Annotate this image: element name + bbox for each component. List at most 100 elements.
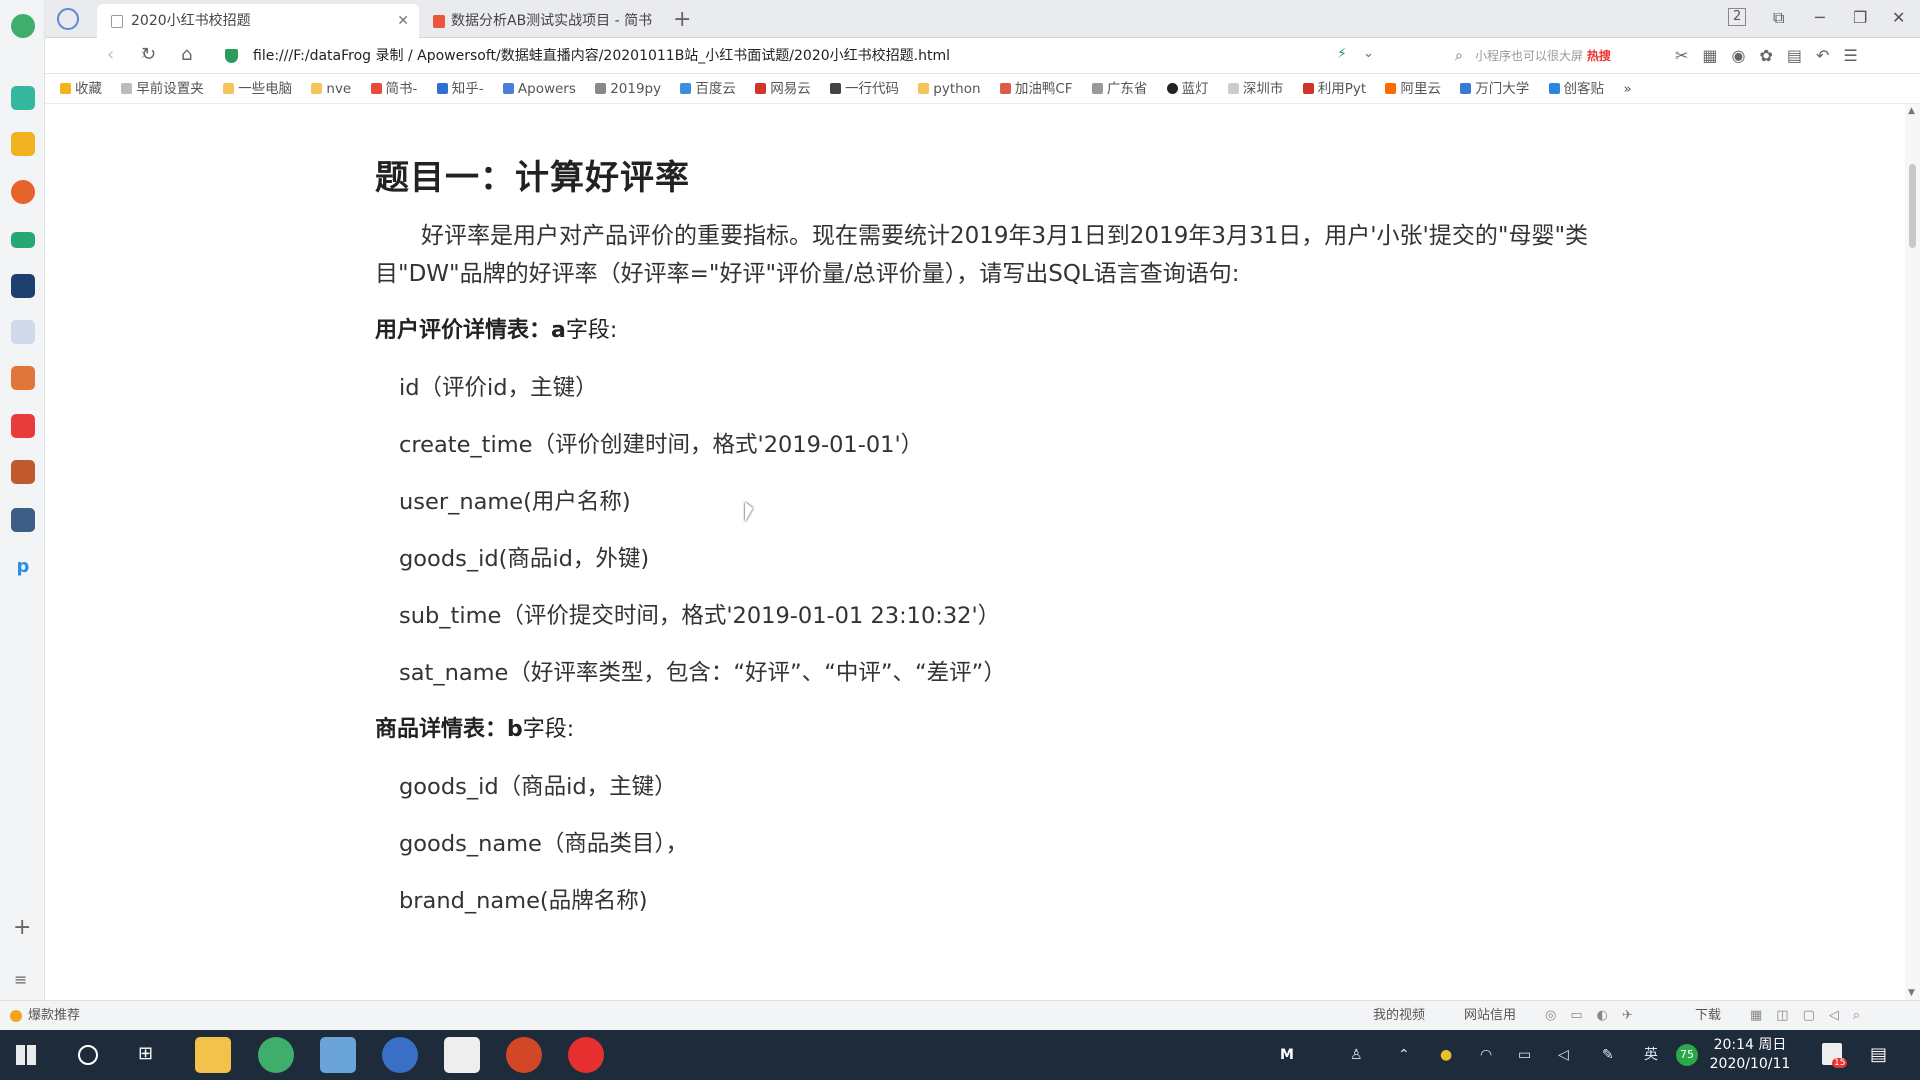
- status-more-icons[interactable]: ▦◫▢◁⌕: [1750, 1001, 1874, 1031]
- sidebar-app-icon-3[interactable]: [11, 366, 35, 390]
- action-center-icon[interactable]: ▤: [1870, 1044, 1887, 1065]
- hot-search-label[interactable]: 热搜: [1587, 49, 1611, 63]
- bookmark-item[interactable]: 利用Pyt: [1302, 74, 1366, 103]
- search-input[interactable]: ⌕ 小程序也可以很大屏 热搜: [1451, 42, 1651, 70]
- system-clock[interactable]: 20:14 周日 2020/10/11: [1705, 1036, 1795, 1074]
- vertical-scrollbar[interactable]: ▲ ▼: [1905, 104, 1920, 1000]
- my-video-link[interactable]: 我的视频: [1373, 1001, 1425, 1031]
- sidebar-doc-icon[interactable]: [11, 320, 35, 344]
- sidebar-app-icon-4[interactable]: [11, 414, 35, 438]
- bookmark-item[interactable]: 万门大学: [1460, 74, 1529, 103]
- url-dropdown-icon[interactable]: ⌄: [1363, 46, 1374, 61]
- table-a-field: sub_time（评价提交时间，格式'2019-01-01 23:10:32'）: [399, 603, 1001, 629]
- bookmark-item[interactable]: 百度云: [680, 74, 736, 103]
- bookmarks-more-icon[interactable]: »: [1623, 74, 1631, 103]
- tray-m-icon[interactable]: M: [1280, 1030, 1294, 1080]
- back-icon[interactable]: ‹: [107, 44, 114, 65]
- sidebar-weibo-icon[interactable]: [11, 180, 35, 204]
- tray-people-icon[interactable]: ♙: [1350, 1030, 1363, 1080]
- restore-tabs-icon[interactable]: ⧉: [1773, 8, 1784, 28]
- sidebar-app-icon-1[interactable]: [11, 86, 35, 110]
- toolbar-icons[interactable]: ✂▦◉✿▤↶☰: [1675, 46, 1872, 65]
- app-taskbar-icon-1[interactable]: [320, 1037, 356, 1073]
- browser-sidebar: p + ≡: [0, 0, 45, 1030]
- sidebar-game-icon-1[interactable]: [11, 460, 35, 484]
- bookmark-item[interactable]: python: [918, 74, 981, 103]
- sidebar-mail-icon[interactable]: [11, 232, 35, 248]
- scroll-up-icon[interactable]: ▲: [1908, 106, 1915, 116]
- hot-recommend-icon[interactable]: [10, 1010, 22, 1022]
- close-tab-icon[interactable]: ✕: [397, 4, 409, 38]
- browser-taskbar-icon[interactable]: [258, 1037, 294, 1073]
- sidebar-star-icon[interactable]: [11, 132, 35, 156]
- volume-icon[interactable]: ◁: [1558, 1030, 1569, 1080]
- bookmark-item[interactable]: 简书-: [370, 74, 417, 103]
- bookmark-item[interactable]: 蓝灯: [1166, 74, 1209, 103]
- tab-title: 2020小红书校招题: [131, 13, 251, 29]
- task-view-icon[interactable]: ⊞: [138, 1043, 153, 1064]
- close-window-icon[interactable]: ✕: [1892, 8, 1905, 27]
- address-bar: ‹ › ↻ ⌂ file:///F:/dataFrog 录制 / Apowers…: [45, 38, 1920, 74]
- pen-icon[interactable]: ✎: [1602, 1030, 1614, 1080]
- table-b-field: goods_name（商品类目），: [399, 831, 689, 857]
- bookmark-item[interactable]: 广东省: [1091, 74, 1147, 103]
- sidebar-menu-icon[interactable]: ≡: [14, 970, 27, 989]
- ime-indicator[interactable]: 英: [1644, 1030, 1658, 1080]
- bookmark-item[interactable]: 阿里云: [1385, 74, 1441, 103]
- status-tool-icons[interactable]: ◎▭◐✈: [1545, 1001, 1647, 1031]
- tab-active[interactable]: 2020小红书校招题 ✕: [97, 4, 419, 38]
- cortana-search-icon[interactable]: [78, 1045, 98, 1065]
- taskbar: ⊞ M ♙ ⌃ ● ◠ ▭ ◁ ✎ 英 75 20:14 周日 2020/10/…: [0, 1030, 1920, 1080]
- recorder-icon[interactable]: [568, 1037, 604, 1073]
- url-input[interactable]: file:///F:/dataFrog 录制 / Apowersoft/数据蛙直…: [215, 42, 1425, 70]
- browser-logo-icon[interactable]: [11, 14, 35, 38]
- bookmark-item[interactable]: 创客贴: [1548, 74, 1604, 103]
- tab-count-badge[interactable]: 2: [1728, 8, 1747, 26]
- bookmark-item[interactable]: 早前设置夹: [121, 74, 204, 103]
- bookmark-item[interactable]: Apowers: [502, 74, 576, 103]
- scroll-down-icon[interactable]: ▼: [1908, 988, 1915, 998]
- hot-recommend-link[interactable]: 爆款推荐: [28, 1001, 80, 1031]
- bookmark-item[interactable]: 2019py: [595, 74, 661, 103]
- bookmark-item[interactable]: 加油鸭CF: [999, 74, 1073, 103]
- bookmark-item[interactable]: 一行代码: [830, 74, 899, 103]
- bookmark-item[interactable]: nve: [311, 74, 351, 103]
- bookmark-item[interactable]: 知乎-: [436, 74, 484, 103]
- typora-icon[interactable]: [444, 1037, 480, 1073]
- windows-start-icon[interactable]: [16, 1045, 36, 1065]
- download-link[interactable]: 下载: [1695, 1001, 1721, 1031]
- tray-app-icon[interactable]: ●: [1440, 1030, 1452, 1080]
- battery-badge[interactable]: 75: [1676, 1044, 1698, 1066]
- battery-icon[interactable]: ▭: [1518, 1030, 1531, 1080]
- tray-expand-icon[interactable]: ⌃: [1398, 1030, 1410, 1080]
- bookmark-item[interactable]: 深圳市: [1227, 74, 1283, 103]
- minimize-icon[interactable]: ─: [1815, 8, 1825, 27]
- url-text: file:///F:/dataFrog 录制 / Apowersoft/数据蛙直…: [253, 48, 950, 64]
- powerpoint-icon[interactable]: [506, 1037, 542, 1073]
- status-bar: 爆款推荐 我的视频 网站信用 ◎▭◐✈ 下载 ▦◫▢◁⌕: [0, 1000, 1920, 1030]
- sidebar-app-icon-2[interactable]: [11, 274, 35, 298]
- sidebar-game-icon-2[interactable]: [11, 508, 35, 532]
- lightning-icon[interactable]: ⚡: [1337, 46, 1347, 62]
- tab-title: 数据分析AB测试实战项目 - 简书: [451, 13, 653, 29]
- app-taskbar-icon-2[interactable]: [382, 1037, 418, 1073]
- bookmark-item[interactable]: 一些电脑: [223, 74, 292, 103]
- wifi-icon[interactable]: ◠: [1480, 1030, 1492, 1080]
- mouse-cursor-icon: [745, 502, 753, 522]
- bookmark-item[interactable]: 网易云: [755, 74, 811, 103]
- sidebar-add-icon[interactable]: +: [13, 915, 31, 940]
- clock-date: 2020/10/11: [1709, 1056, 1791, 1072]
- reload-icon[interactable]: ↻: [141, 44, 156, 65]
- bookmark-item[interactable]: 收藏: [60, 74, 102, 103]
- tab-bar: 2020小红书校招题 ✕ 数据分析AB测试实战项目 - 简书 + 2 ⧉ ─ ❐…: [45, 0, 1920, 38]
- home-icon[interactable]: ⌂: [181, 44, 192, 65]
- sidebar-app-icon-5[interactable]: p: [11, 556, 35, 580]
- new-tab-button[interactable]: +: [673, 4, 691, 36]
- maximize-icon[interactable]: ❐: [1853, 8, 1867, 27]
- file-explorer-icon[interactable]: [195, 1037, 231, 1073]
- nav-history-icon[interactable]: [57, 8, 79, 30]
- scrollbar-thumb[interactable]: [1909, 164, 1916, 248]
- site-credit-link[interactable]: 网站信用: [1464, 1001, 1516, 1031]
- tab-inactive[interactable]: 数据分析AB测试实战项目 - 简书: [423, 4, 663, 38]
- search-icon: ⌕: [1455, 48, 1463, 64]
